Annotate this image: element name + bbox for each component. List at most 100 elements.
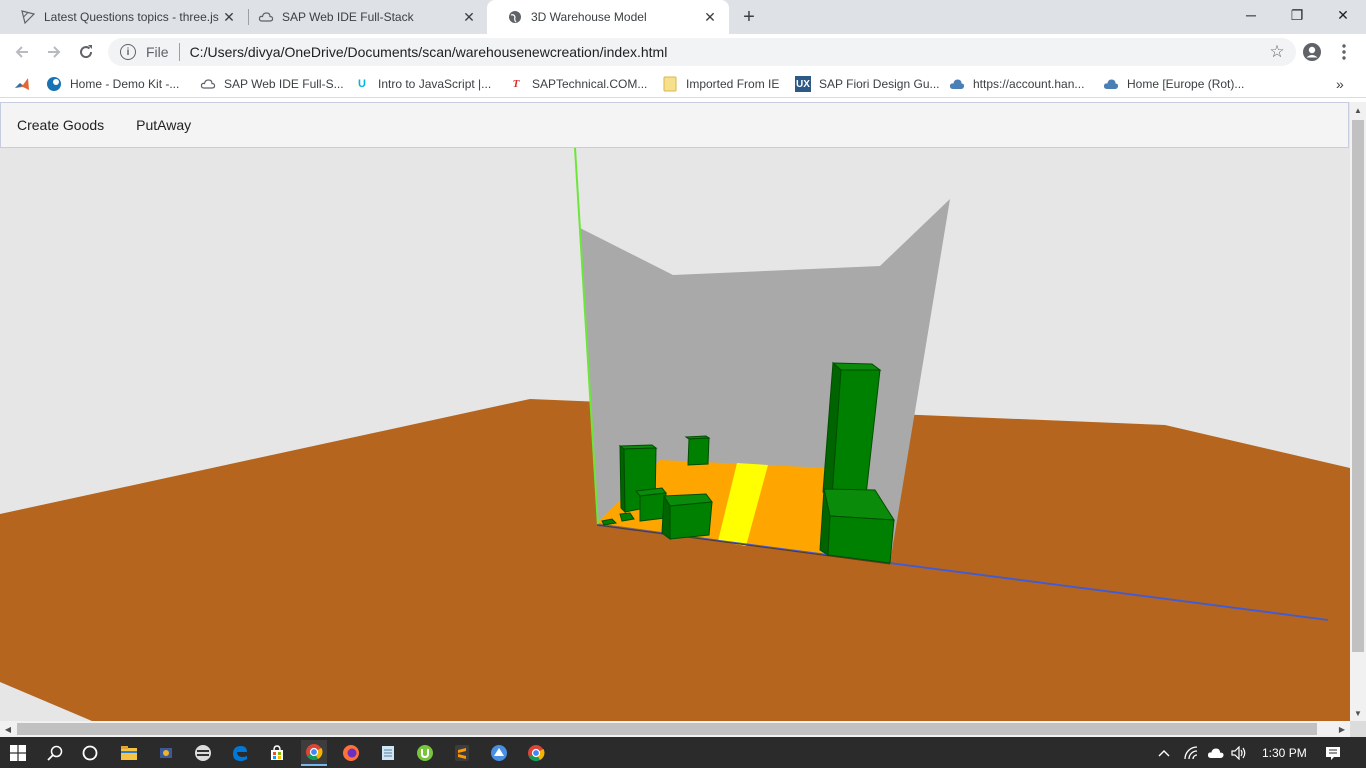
globe-icon (507, 9, 523, 25)
bookmark-demo-kit[interactable]: Home - Demo Kit -... (46, 74, 179, 94)
taskbar-utorrent[interactable] (412, 740, 438, 766)
clock[interactable]: 1:30 PM (1262, 737, 1307, 768)
taskbar-store[interactable] (264, 740, 290, 766)
bookmark-label: SAP Fiori Design Gu... (819, 77, 940, 91)
profile-button[interactable] (1298, 38, 1326, 66)
vertical-scrollbar[interactable]: ▲ ▼ (1350, 102, 1366, 721)
reload-button[interactable] (72, 38, 100, 66)
taskbar-google-drive[interactable] (486, 740, 512, 766)
taskbar-chrome[interactable] (523, 740, 549, 766)
bookmarks-overflow-button[interactable]: » (1336, 74, 1344, 94)
horizontal-scrollbar[interactable]: ◀ ▶ (0, 721, 1350, 737)
horizontal-scroll-thumb[interactable] (17, 723, 1317, 735)
bookmark-label: Intro to JavaScript |... (378, 77, 492, 91)
cloud-icon (1103, 76, 1119, 92)
close-window-button[interactable]: ✕ (1320, 0, 1366, 30)
close-tab-icon[interactable]: ✕ (460, 8, 478, 26)
taskbar-chrome-active[interactable] (301, 740, 327, 766)
bookmark-label: Imported From IE (686, 77, 780, 91)
restore-button[interactable]: ❐ (1274, 0, 1320, 30)
menu-button[interactable] (1330, 38, 1358, 66)
windows-taskbar: 1:30 PM (0, 737, 1366, 768)
url-text[interactable]: C:/Users/divya/OneDrive/Documents/scan/w… (190, 44, 1264, 60)
onedrive-status[interactable] (1207, 737, 1225, 768)
bookmark-star-icon[interactable]: ☆ (1264, 42, 1290, 62)
create-goods-button[interactable]: Create Goods (1, 103, 120, 147)
close-tab-icon[interactable]: ✕ (701, 8, 719, 26)
bookmark-label: Home [Europe (Rot)... (1127, 77, 1245, 91)
scrollbar-corner (1350, 721, 1366, 737)
bookmark-matlab[interactable] (14, 74, 38, 94)
bookmark-label: SAP Web IDE Full-S... (224, 77, 344, 91)
ux-icon: UX (795, 76, 811, 92)
onedrive-icon (1207, 748, 1224, 758)
search-button[interactable] (42, 740, 68, 766)
warehouse-3d-canvas[interactable] (0, 102, 1350, 721)
volume-control[interactable] (1231, 737, 1247, 768)
cloud-icon (200, 76, 216, 92)
bookmark-fiori-design[interactable]: UX SAP Fiori Design Gu... (795, 74, 940, 94)
show-hidden-icons[interactable] (1158, 737, 1170, 768)
info-icon[interactable]: i (120, 44, 136, 60)
tab-threejs[interactable]: Latest Questions topics - three.js ✕ (0, 0, 248, 34)
minimize-button[interactable]: ─ (1228, 0, 1274, 30)
tab-title: SAP Web IDE Full-Stack (282, 10, 414, 24)
browser-toolbar: i File C:/Users/divya/OneDrive/Documents… (0, 34, 1366, 70)
bookmarks-bar: Home - Demo Kit -... SAP Web IDE Full-S.… (0, 70, 1366, 98)
storage-box[interactable] (684, 435, 711, 466)
cortana-button[interactable] (77, 740, 103, 766)
scroll-right-arrow-icon[interactable]: ▶ (1334, 721, 1350, 737)
tab-sap-web-ide[interactable]: SAP Web IDE Full-Stack ✕ (238, 0, 488, 34)
bookmark-label: https://account.han... (973, 77, 1085, 91)
taskbar-sublime[interactable] (449, 740, 475, 766)
vertical-scroll-thumb[interactable] (1352, 120, 1364, 652)
wifi-status[interactable] (1184, 737, 1200, 768)
taskbar-app-store[interactable] (153, 740, 179, 766)
storage-box[interactable] (661, 493, 713, 540)
chrome-icon (528, 745, 545, 762)
page-viewport: Create Goods PutAway (0, 102, 1350, 721)
bookmark-imported-ie[interactable]: Imported From IE (662, 74, 779, 94)
back-button[interactable] (8, 38, 36, 66)
forward-arrow-icon (48, 46, 61, 58)
start-button[interactable] (5, 740, 31, 766)
firefox-icon (343, 745, 359, 761)
bookmark-account-hana[interactable]: https://account.han... (949, 74, 1084, 94)
putaway-button[interactable]: PutAway (120, 103, 207, 147)
taskbar-notepad[interactable] (375, 740, 401, 766)
scheme-label: File (146, 44, 169, 60)
taskbar-edge[interactable] (227, 740, 253, 766)
udacity-icon: U (358, 78, 366, 90)
scroll-down-arrow-icon[interactable]: ▼ (1350, 705, 1366, 721)
storage-box[interactable] (635, 487, 667, 522)
bookmark-saptechnical[interactable]: T SAPTechnical.COM... (508, 74, 648, 94)
media-icon (195, 745, 211, 761)
reload-icon (80, 45, 93, 59)
sap-ui5-icon (46, 76, 62, 92)
sublime-icon (455, 745, 469, 761)
omnibox-divider (178, 43, 180, 61)
new-tab-button[interactable]: + (736, 4, 762, 30)
scroll-up-arrow-icon[interactable]: ▲ (1350, 102, 1366, 118)
taskbar-firefox[interactable] (338, 740, 364, 766)
chevron-up-icon (1158, 749, 1170, 756)
close-tab-icon[interactable]: ✕ (220, 8, 238, 26)
forward-button[interactable] (40, 38, 68, 66)
folder-icon (662, 76, 678, 92)
cloud-icon (258, 9, 274, 25)
address-bar[interactable]: i File C:/Users/divya/OneDrive/Documents… (108, 38, 1296, 66)
action-center-button[interactable] (1325, 737, 1341, 768)
taskbar-media[interactable] (190, 740, 216, 766)
bookmark-intro-js[interactable]: U Intro to JavaScript |... (354, 74, 491, 94)
taskbar-file-explorer[interactable] (116, 740, 142, 766)
store-bag-icon (271, 745, 283, 760)
bookmark-home-europe[interactable]: Home [Europe (Rot)... (1103, 74, 1244, 94)
windows-logo-icon (10, 745, 26, 761)
scroll-left-arrow-icon[interactable]: ◀ (0, 721, 16, 737)
cortana-icon (82, 745, 98, 761)
kebab-menu-icon (1342, 44, 1346, 60)
bookmark-sap-web-ide[interactable]: SAP Web IDE Full-S... (200, 74, 344, 94)
search-icon (47, 745, 63, 761)
tab-3d-warehouse[interactable]: 3D Warehouse Model ✕ (487, 0, 729, 34)
notification-icon (1326, 746, 1340, 760)
